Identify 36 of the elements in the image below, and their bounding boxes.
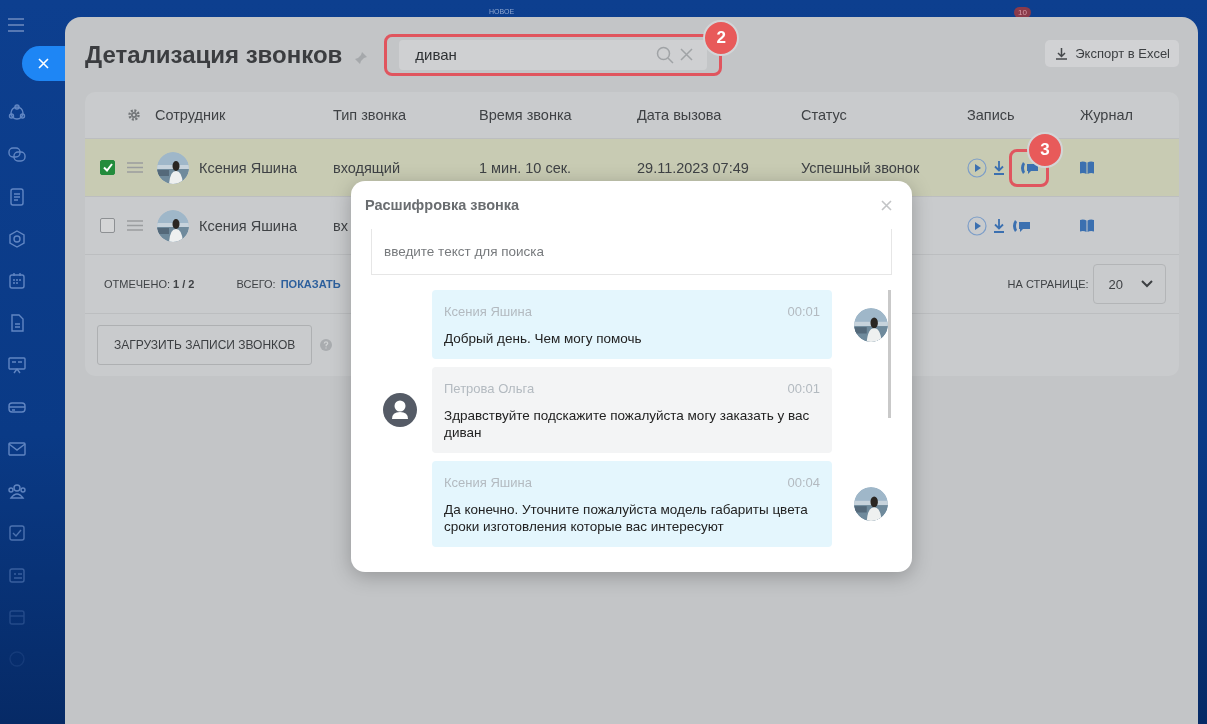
column-header[interactable]: Дата вызова [637, 107, 722, 123]
column-header[interactable]: Время звонка [479, 107, 572, 123]
speaker-name: Ксения Яшина [444, 304, 532, 319]
total-label: ВСЕГО: [236, 278, 276, 290]
column-header[interactable]: Журнал [1080, 107, 1133, 123]
message-text: Добрый день. Чем могу помочь [444, 330, 643, 347]
step-badge: 2 [703, 19, 740, 56]
table-cell: 29.11.2023 07:49 [637, 159, 749, 176]
search-field[interactable]: введите текст для поиска [371, 229, 892, 275]
table-cell: вх [333, 217, 348, 234]
show-total-link[interactable]: ПОКАЗАТЬ [280, 278, 341, 290]
dialog-title: Расшифровка звонка [365, 197, 520, 213]
employee-name: Ксения Яшина [199, 159, 298, 176]
search-field[interactable]: диван [399, 39, 708, 70]
message-text: Да конечно. Уточните пожалуйста модель габариты цвета сроки изготовления которые вас интересуют [444, 501, 809, 535]
employee-name: Ксения Яшина [199, 217, 298, 234]
page-title: Детализация звонков [85, 40, 343, 69]
table-cell: входящий [333, 159, 400, 176]
table-cell: 1 мин. 10 сек. [479, 159, 572, 176]
speaker-name: Петрова Ольга [444, 381, 535, 396]
timestamp: 00:04 [787, 475, 820, 490]
step-badge: 3 [1027, 131, 1063, 168]
speaker-name: Ксения Яшина [444, 475, 532, 490]
per-page-label: НА СТРАНИЦЕ: [1007, 278, 1089, 290]
timestamp: 00:01 [787, 304, 820, 319]
column-header[interactable]: Статус [801, 107, 847, 123]
upload-button[interactable]: ЗАГРУЗИТЬ ЗАПИСИ ЗВОНКОВ [97, 325, 313, 365]
export-button[interactable]: Экспорт в Excel [1045, 40, 1179, 67]
column-header[interactable]: Запись [967, 107, 1015, 123]
column-header[interactable]: Сотрудник [155, 107, 226, 123]
timestamp: 00:01 [787, 381, 820, 396]
table-cell: Успешный звонок [801, 159, 920, 176]
column-header[interactable]: Тип звонка [333, 107, 407, 123]
selected-count: ОТМЕЧЕНО: 1 / 2 [104, 278, 195, 290]
message-text: Здравствуйте подскажите пожалуйста могу заказать у вас диван [444, 407, 811, 441]
per-page-select[interactable]: 20 [1092, 264, 1166, 304]
